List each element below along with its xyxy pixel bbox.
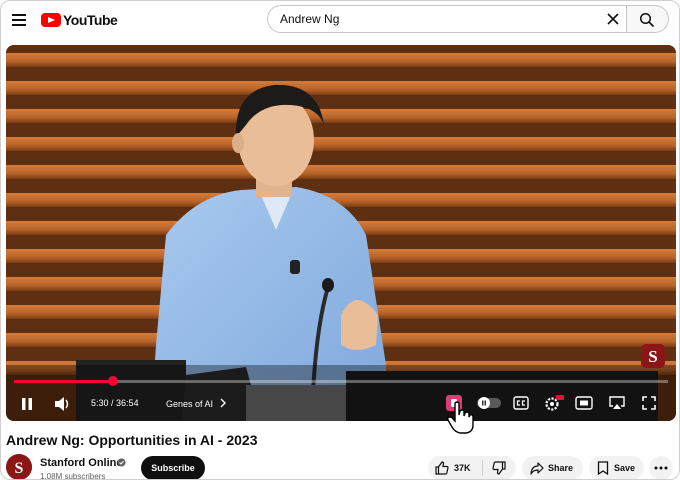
chapter-button[interactable]: Genes of AI: [166, 398, 227, 409]
youtube-play-logo-icon: [41, 13, 61, 27]
current-time: 5:30: [91, 398, 109, 408]
verified-badge-icon: [117, 458, 126, 467]
miniplayer-button[interactable]: [575, 396, 593, 415]
scrubber-handle[interactable]: [107, 376, 118, 386]
fullscreen-button[interactable]: [641, 395, 657, 416]
total-time: 36:54: [116, 398, 139, 408]
volume-button[interactable]: [54, 396, 72, 417]
clear-search-icon[interactable]: [606, 12, 620, 26]
video-title: Andrew Ng: Opportunities in AI - 2023: [6, 432, 258, 448]
airplay-button[interactable]: [609, 396, 625, 415]
chapter-label: Genes of AI: [166, 399, 214, 409]
gear-icon: [545, 395, 564, 411]
youtube-logo[interactable]: YouTube: [41, 10, 118, 30]
subscribe-button[interactable]: Subscribe: [141, 456, 205, 479]
dislike-button[interactable]: [483, 456, 516, 479]
progress-played: [14, 380, 113, 383]
chevron-right-icon: [220, 398, 226, 408]
search-icon: [639, 12, 655, 28]
hand-cursor-icon: [447, 401, 474, 434]
thumbs-down-icon: [492, 461, 506, 475]
logo-text: YouTube: [63, 12, 118, 28]
thumbs-up-icon: [435, 461, 449, 475]
search-button[interactable]: [627, 5, 669, 33]
time-separator: /: [108, 398, 117, 408]
autoplay-toggle-icon: [477, 397, 501, 409]
avatar-letter: S: [15, 460, 24, 477]
like-button[interactable]: 37K: [428, 456, 482, 479]
stanford-logo: S: [640, 343, 666, 369]
video-frame[interactable]: [6, 45, 676, 421]
pause-icon: [22, 398, 32, 410]
video-player[interactable]: S 5:30 / 36:54 Genes of AI: [6, 45, 676, 421]
browser-frame: YouTube Andrew Ng S 5:30 / 36:54 Genes o…: [0, 0, 680, 480]
more-horizontal-icon: [654, 466, 668, 470]
fullscreen-icon: [642, 396, 656, 410]
settings-button[interactable]: [544, 394, 564, 417]
bookmark-icon: [597, 461, 609, 475]
like-count: 37K: [454, 463, 471, 473]
masthead: YouTube: [1, 1, 679, 39]
share-button[interactable]: Share: [522, 456, 583, 479]
save-label: Save: [614, 463, 636, 473]
stanford-badge-letter: S: [648, 347, 657, 366]
search-input[interactable]: [280, 11, 580, 27]
subtitles-button[interactable]: [513, 396, 529, 415]
pause-button[interactable]: [20, 397, 34, 416]
search-box: [267, 5, 627, 33]
like-dislike-group: 37K: [428, 456, 516, 479]
channel-avatar[interactable]: S: [6, 454, 32, 479]
cast-icon: [609, 396, 625, 409]
closed-captions-icon: [513, 396, 529, 410]
share-icon: [530, 462, 544, 475]
hamburger-menu-icon[interactable]: [10, 10, 30, 30]
channel-name[interactable]: Stanford Online: [40, 457, 123, 469]
save-button[interactable]: Save: [589, 456, 644, 479]
miniplayer-icon: [575, 396, 593, 410]
time-display: 5:30 / 36:54: [91, 398, 139, 408]
volume-icon: [55, 397, 69, 411]
subscriber-count: 1.08M subscribers: [40, 472, 106, 480]
progress-bar[interactable]: [14, 376, 668, 386]
autoplay-toggle[interactable]: [477, 396, 501, 415]
stanford-avatar-icon: S: [6, 454, 32, 479]
more-actions-button[interactable]: [649, 456, 673, 479]
share-label: Share: [548, 463, 574, 473]
